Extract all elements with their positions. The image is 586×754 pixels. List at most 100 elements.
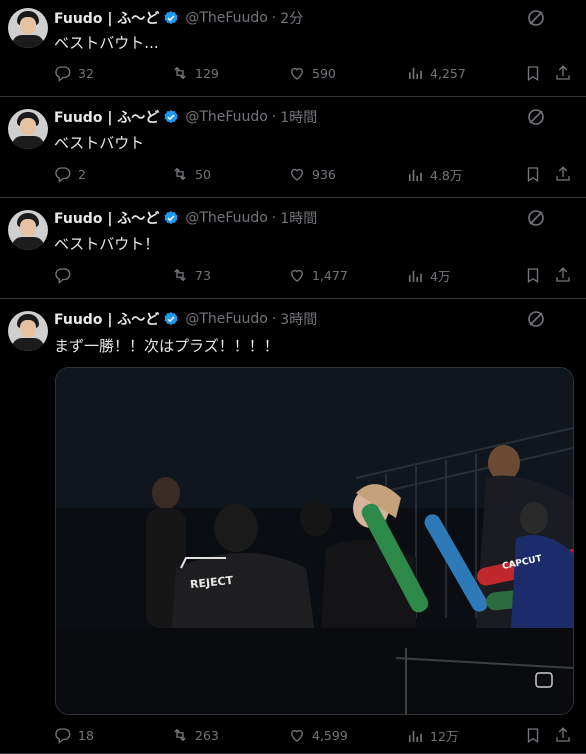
repost-button[interactable]: 129	[171, 64, 219, 82]
reply-button[interactable]: 18	[54, 726, 94, 744]
like-button[interactable]: 1,477	[288, 266, 348, 284]
views-button[interactable]: 12万	[406, 726, 458, 745]
tweet-header: Fuudo | ふ〜ど @TheFuudo · 1時間	[54, 107, 317, 127]
repost-button[interactable]: 263	[171, 726, 219, 744]
like-count: 1,477	[312, 267, 348, 283]
tweet-text: ベストバウト...	[54, 34, 159, 52]
avatar-body	[12, 35, 44, 48]
reply-icon	[55, 268, 71, 284]
like-icon	[291, 168, 303, 181]
views-count: 4,257	[430, 65, 466, 81]
reply-button[interactable]	[54, 266, 78, 284]
views-icon	[408, 67, 422, 79]
display-name[interactable]: Fuudo | ふ〜ど	[54, 208, 159, 228]
tweet-actions: 18 263 4,599 12万	[54, 726, 574, 746]
photo-scene	[56, 368, 573, 714]
handle[interactable]: @TheFuudo	[185, 10, 268, 26]
reply-button[interactable]: 2	[54, 165, 86, 183]
share-icon[interactable]	[554, 726, 572, 744]
separator-dot: ·	[271, 210, 277, 226]
like-button[interactable]: 936	[288, 165, 336, 183]
reply-icon	[55, 167, 71, 183]
avatar-body	[12, 136, 44, 149]
avatar-body	[12, 237, 44, 250]
reply-icon	[55, 66, 71, 82]
like-button[interactable]: 4,599	[288, 726, 348, 744]
display-name[interactable]: Fuudo | ふ〜ど	[54, 107, 159, 127]
bookmark-icon[interactable]	[524, 64, 542, 82]
repost-button[interactable]: 73	[171, 266, 211, 284]
reply-icon	[55, 728, 71, 744]
tweet[interactable]: Fuudo | ふ〜ど @TheFuudo · 2分 ベストバウト... 32 …	[0, 0, 586, 97]
avatar[interactable]	[8, 109, 48, 149]
like-count: 4,599	[312, 727, 348, 743]
repost-count: 73	[195, 267, 211, 283]
separator-dot: ·	[271, 109, 277, 125]
views-button[interactable]: 4万	[406, 266, 450, 285]
separator-dot: ·	[271, 311, 277, 327]
grok-icon[interactable]	[527, 9, 545, 27]
timestamp[interactable]: 2分	[280, 8, 303, 28]
tweet-text: ベストバウト！	[54, 235, 160, 253]
repost-count: 50	[195, 166, 211, 182]
grok-icon[interactable]	[527, 108, 545, 126]
tweet-actions: 73 1,477 4万	[54, 266, 574, 286]
timestamp[interactable]: 3時間	[280, 309, 317, 329]
handle[interactable]: @TheFuudo	[185, 109, 268, 125]
views-icon	[408, 730, 422, 742]
reply-count: 2	[78, 166, 86, 182]
tweet-photo[interactable]: REJECT CAPCUT	[55, 367, 574, 715]
views-icon	[408, 169, 422, 181]
handle[interactable]: @TheFuudo	[185, 210, 268, 226]
handle[interactable]: @TheFuudo	[185, 311, 268, 327]
tweet[interactable]: Fuudo | ふ〜ど @TheFuudo · 1時間 ベストバウト！ 73 1…	[0, 198, 586, 299]
repost-button[interactable]: 50	[171, 165, 211, 183]
like-icon	[291, 67, 303, 80]
like-button[interactable]: 590	[288, 64, 336, 82]
tweet-actions: 2 50 936 4.8万	[54, 165, 574, 185]
bookmark-icon[interactable]	[524, 266, 542, 284]
views-count: 4万	[430, 269, 451, 284]
timestamp[interactable]: 1時間	[280, 208, 317, 228]
views-count: 12万	[430, 729, 459, 744]
verified-badge-icon	[164, 211, 178, 225]
repost-icon	[174, 167, 186, 181]
repost-count: 263	[195, 727, 219, 743]
avatar[interactable]	[8, 210, 48, 250]
repost-icon	[174, 268, 186, 282]
avatar[interactable]	[8, 311, 48, 351]
views-count: 4.8万	[430, 168, 463, 183]
tweet-header: Fuudo | ふ〜ど @TheFuudo · 1時間	[54, 208, 317, 228]
views-icon	[408, 270, 422, 282]
repost-icon	[174, 66, 186, 80]
avatar[interactable]	[8, 8, 48, 48]
display-name[interactable]: Fuudo | ふ〜ど	[54, 8, 159, 28]
tweet-header: Fuudo | ふ〜ど @TheFuudo · 3時間	[54, 309, 317, 329]
share-icon[interactable]	[554, 266, 572, 284]
reply-count: 18	[78, 727, 94, 743]
avatar-body	[12, 338, 44, 351]
bookmark-icon[interactable]	[524, 726, 542, 744]
like-icon	[291, 729, 303, 742]
share-icon[interactable]	[554, 64, 572, 82]
tweet-text: まず一勝！！次はプラズ！！！！	[54, 337, 279, 355]
display-name[interactable]: Fuudo | ふ〜ど	[54, 309, 159, 329]
reply-button[interactable]: 32	[54, 64, 94, 82]
views-button[interactable]: 4,257	[406, 64, 466, 82]
tweet[interactable]: Fuudo | ふ〜ど @TheFuudo · 1時間 ベストバウト 2 50 …	[0, 97, 586, 198]
bookmark-icon[interactable]	[524, 165, 542, 183]
like-icon	[291, 269, 303, 282]
verified-badge-icon	[164, 312, 178, 326]
repost-count: 129	[195, 65, 219, 81]
avatar-face	[20, 118, 36, 135]
share-icon[interactable]	[554, 165, 572, 183]
grok-icon[interactable]	[527, 310, 545, 328]
separator-dot: ·	[271, 10, 277, 26]
tweet-header: Fuudo | ふ〜ど @TheFuudo · 2分	[54, 8, 303, 28]
reply-count: 32	[78, 65, 94, 81]
views-button[interactable]: 4.8万	[406, 165, 462, 184]
timestamp[interactable]: 1時間	[280, 107, 317, 127]
like-count: 936	[312, 166, 336, 182]
grok-icon[interactable]	[527, 209, 545, 227]
avatar-face	[20, 320, 36, 337]
